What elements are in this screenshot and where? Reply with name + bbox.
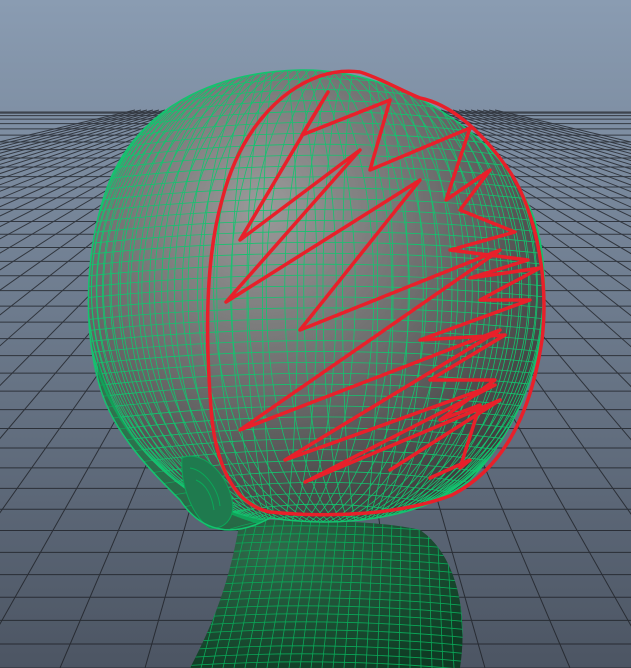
3d-viewport[interactable]	[0, 0, 631, 668]
viewport-canvas[interactable]	[0, 0, 631, 668]
